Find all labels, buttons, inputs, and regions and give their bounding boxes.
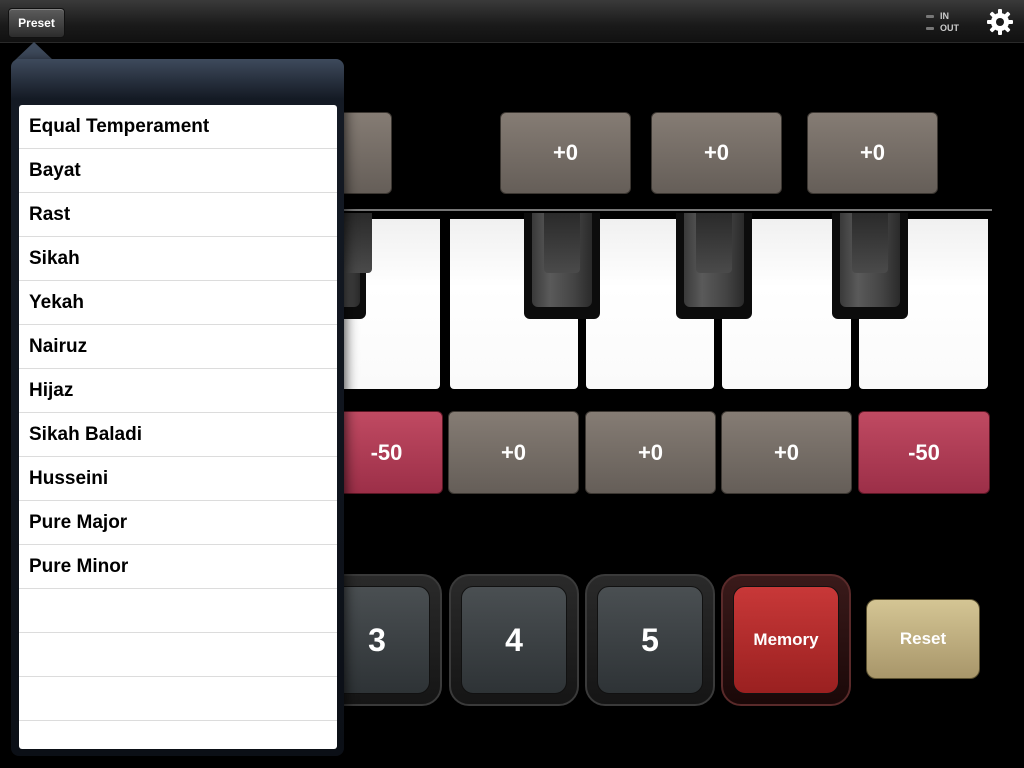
preset-item[interactable]: Pure Major — [19, 501, 337, 545]
preset-list: Equal Temperament Bayat Rast Sikah Yekah… — [19, 105, 337, 749]
memory-slot-button[interactable]: 5 — [597, 586, 703, 694]
natural-offset-tile[interactable]: -50 — [858, 411, 990, 494]
black-key[interactable] — [524, 213, 600, 319]
natural-offset-tile[interactable]: +0 — [585, 411, 716, 494]
out-label: OUT — [940, 23, 959, 33]
top-bar: Preset IN OUT — [0, 0, 1024, 43]
preset-item[interactable]: Yekah — [19, 281, 337, 325]
sharp-offset-tile[interactable]: +0 — [651, 112, 782, 194]
popover-arrow — [15, 42, 53, 60]
preset-item-empty — [19, 677, 337, 721]
preset-item[interactable]: Pure Minor — [19, 545, 337, 589]
memory-button-frame: Memory — [721, 574, 851, 706]
preset-item[interactable]: Hijaz — [19, 369, 337, 413]
gear-icon[interactable] — [986, 8, 1014, 36]
preset-button[interactable]: Preset — [8, 8, 65, 38]
natural-offset-tile[interactable]: +0 — [721, 411, 852, 494]
preset-item-empty — [19, 589, 337, 633]
preset-item[interactable]: Bayat — [19, 149, 337, 193]
natural-offset-tile[interactable]: +0 — [448, 411, 579, 494]
preset-item[interactable]: Sikah — [19, 237, 337, 281]
preset-item[interactable]: Nairuz — [19, 325, 337, 369]
midi-io-indicator: IN OUT — [926, 10, 959, 34]
preset-item[interactable]: Sikah Baladi — [19, 413, 337, 457]
in-led-icon — [926, 14, 934, 18]
sharp-offset-tile[interactable]: +0 — [500, 112, 631, 194]
preset-item-empty — [19, 721, 337, 749]
sharp-offset-tile[interactable]: +0 — [807, 112, 938, 194]
memory-slot-button[interactable]: 4 — [461, 586, 567, 694]
preset-item[interactable]: Equal Temperament — [19, 105, 337, 149]
preset-item[interactable]: Rast — [19, 193, 337, 237]
memory-slot-frame: 4 — [449, 574, 579, 706]
black-key[interactable] — [676, 213, 752, 319]
natural-offset-tile[interactable]: -50 — [330, 411, 443, 494]
memory-button[interactable]: Memory — [733, 586, 839, 694]
reset-button[interactable]: Reset — [866, 599, 980, 679]
memory-slot-frame: 5 — [585, 574, 715, 706]
in-label: IN — [940, 11, 949, 21]
keyboard-divider — [340, 209, 992, 211]
preset-popover: Equal Temperament Bayat Rast Sikah Yekah… — [11, 59, 344, 756]
out-led-icon — [926, 26, 934, 30]
black-key[interactable] — [832, 213, 908, 319]
preset-item[interactable]: Husseini — [19, 457, 337, 501]
preset-item-empty — [19, 633, 337, 677]
